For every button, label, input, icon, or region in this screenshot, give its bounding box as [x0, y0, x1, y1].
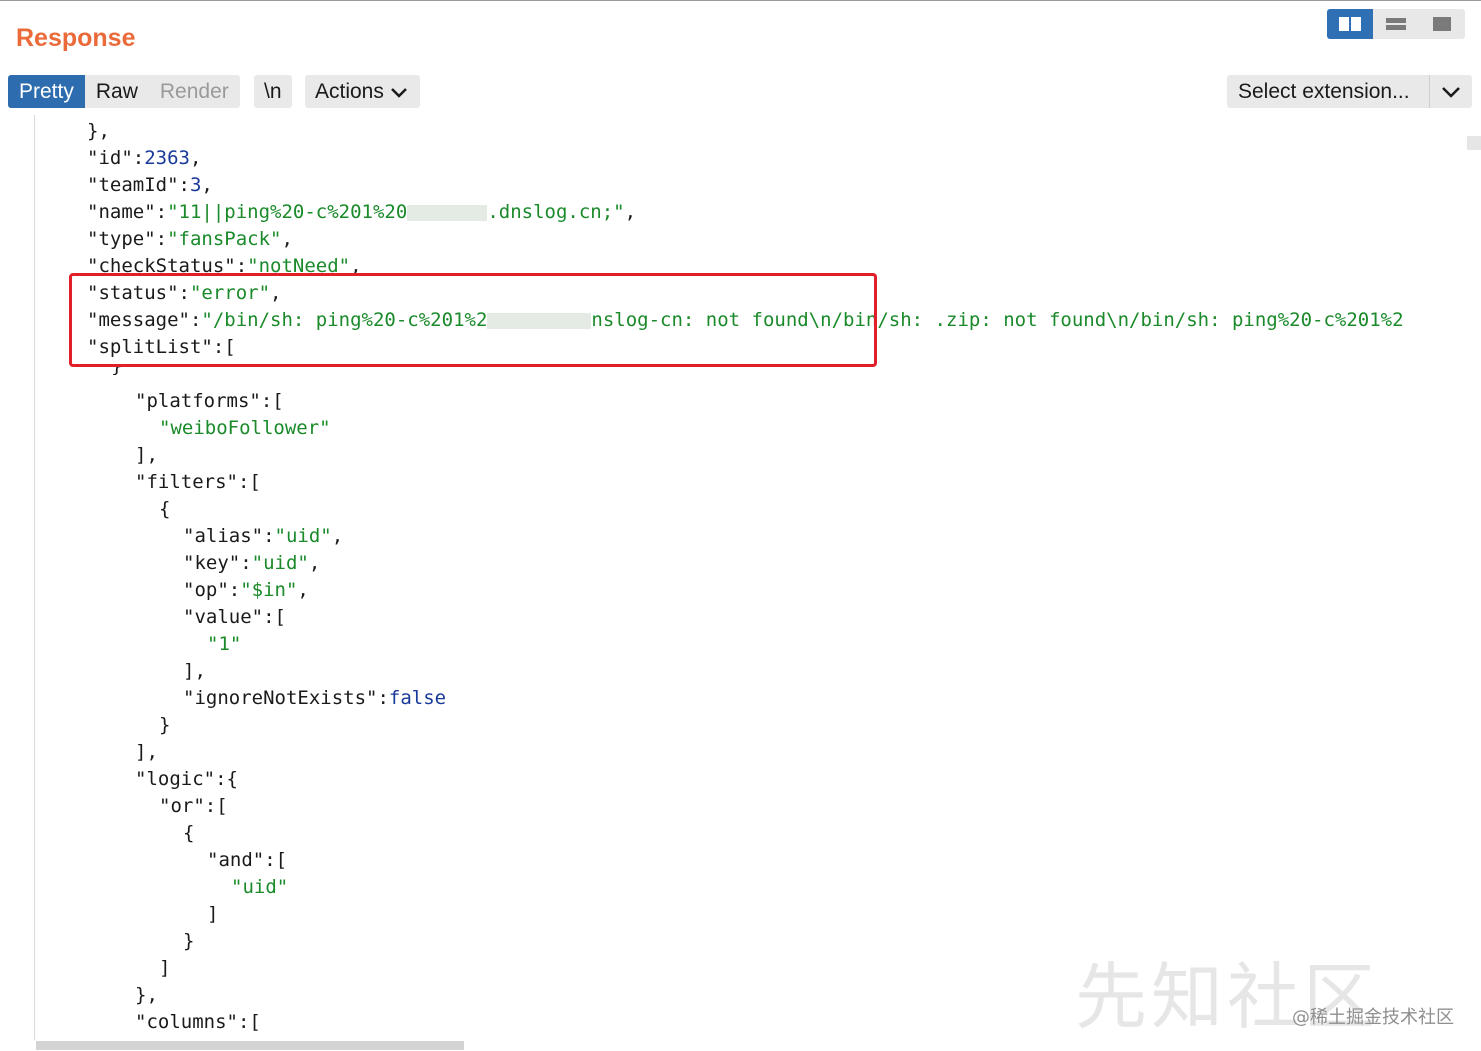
code-line: "filters":[ [135, 471, 261, 493]
view-tabs: Pretty Raw Render [8, 75, 240, 108]
tab-render[interactable]: Render [149, 75, 240, 108]
code-line: }, [135, 984, 158, 1006]
chevron-down-icon [390, 76, 408, 109]
code-line: } [183, 930, 195, 952]
chevron-down-icon[interactable] [1430, 86, 1472, 98]
code-line: ] [159, 957, 171, 979]
tab-pretty[interactable]: Pretty [8, 75, 85, 108]
code-line: "key":"uid", [183, 552, 321, 574]
response-editor[interactable]: }, "id":2363, "teamId":3, "name":"11||pi… [34, 115, 1481, 1040]
code-line: "platforms":[ [135, 390, 284, 412]
code-line: ], [135, 741, 158, 763]
code-line: } [159, 714, 171, 736]
code-line: "checkStatus":"notNeed", [87, 255, 362, 273]
code-line: "or":[ [159, 795, 228, 817]
actions-label: Actions [315, 80, 384, 103]
code-line: { [183, 822, 195, 844]
newline-label: \n [264, 80, 282, 103]
highlight-annotation-box [69, 273, 877, 367]
line-gutter [0, 115, 34, 1051]
code-line: ], [135, 444, 158, 466]
layout-toggle-group [1327, 9, 1467, 39]
single-panel-icon[interactable] [1419, 9, 1465, 39]
code-line: "id":2363, [87, 147, 202, 169]
code-line: "uid" [231, 876, 289, 898]
code-line: ], [183, 660, 206, 682]
code-line: "op":"$in", [183, 579, 309, 601]
code-line: }, [87, 120, 110, 142]
code-line: "type":"fansPack", [87, 228, 293, 250]
code-line: { [159, 498, 171, 520]
select-extension-label: Select extension... [1238, 79, 1410, 103]
code-line: "alias":"uid", [183, 525, 344, 547]
actions-button[interactable]: Actions [305, 75, 420, 108]
newline-toggle-button[interactable]: \n [254, 75, 292, 108]
split-columns-icon[interactable] [1327, 9, 1373, 39]
code-line: "ignoreNotExists":false [183, 687, 447, 709]
vertical-scrollbar[interactable] [1467, 136, 1481, 150]
select-extension-dropdown[interactable]: Select extension... [1227, 75, 1472, 108]
watermark-credit: @稀土掘金技术社区 [1292, 1007, 1454, 1028]
tab-raw[interactable]: Raw [85, 75, 149, 108]
code-line: ] [207, 903, 219, 925]
code-line: "weiboFollower" [159, 417, 331, 439]
code-line: "value":[ [183, 606, 286, 628]
code-line: "name":"11||ping%20-c%201%20 .dnslog.cn;"… [87, 201, 637, 223]
code-line: "teamId":3, [87, 174, 213, 196]
horizontal-scrollbar[interactable] [36, 1041, 464, 1050]
panel-title: Response [16, 24, 136, 52]
code-line: "logic":{ [135, 768, 238, 790]
code-line: "1" [207, 633, 242, 655]
split-rows-icon[interactable] [1373, 9, 1419, 39]
redacted-block [407, 204, 488, 221]
top-border [0, 0, 1481, 1]
code-line: "and":[ [207, 849, 288, 871]
code-line: "columns":[ [135, 1011, 261, 1033]
